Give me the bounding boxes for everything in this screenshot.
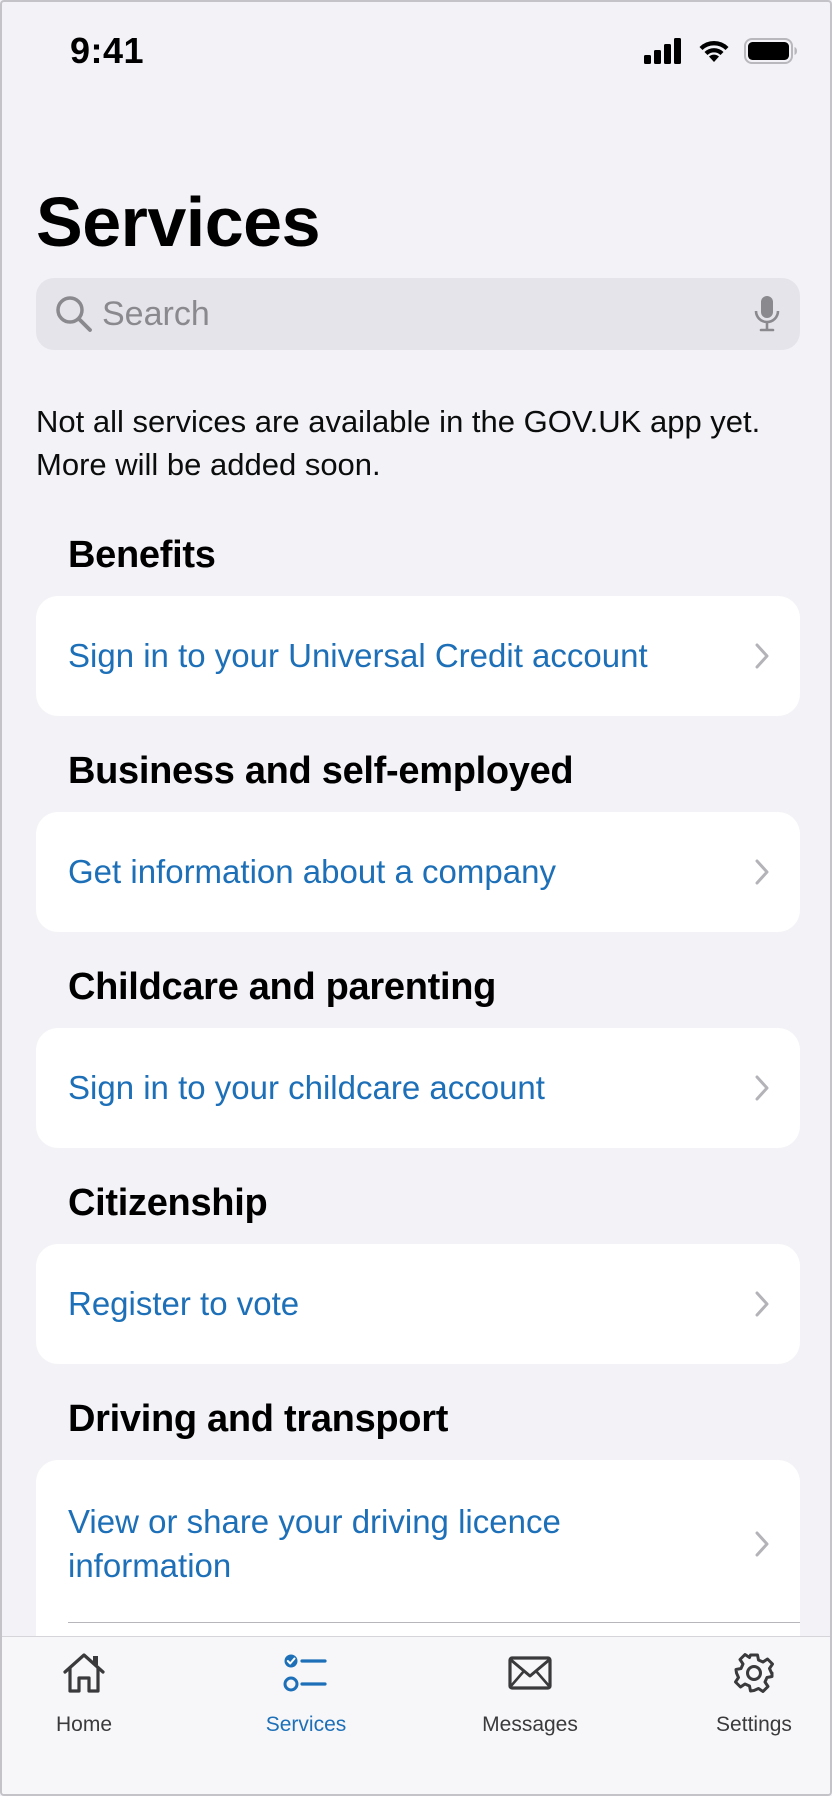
search-bar[interactable] [36, 278, 800, 350]
tab-settings[interactable]: Settings [664, 1637, 830, 1757]
service-card-register-to-vote[interactable]: Register to vote [36, 1244, 800, 1364]
status-bar: 9:41 [2, 2, 830, 102]
service-card-company-info[interactable]: Get information about a company [36, 812, 800, 932]
list-divider [68, 1622, 800, 1623]
tab-messages[interactable]: Messages [440, 1637, 620, 1757]
service-link[interactable]: Register to vote [68, 1282, 710, 1326]
home-icon [63, 1653, 105, 1693]
service-card-childcare[interactable]: Sign in to your childcare account [36, 1028, 800, 1148]
section-heading-benefits: Benefits [68, 534, 216, 576]
status-time: 9:41 [70, 30, 145, 71]
service-link[interactable]: View or share your driving licence infor… [68, 1500, 628, 1588]
app-screen: 9:41 Services Search Not all services ar… [0, 0, 832, 1796]
gear-icon [734, 1653, 774, 1693]
wifi-icon [699, 40, 729, 62]
availability-notice: Not all services are available in the GO… [36, 404, 761, 482]
service-link[interactable]: Get information about a company [68, 850, 710, 894]
chevron-right-icon [755, 859, 769, 885]
service-link[interactable]: Sign in to your childcare account [68, 1066, 710, 1110]
tab-bar: Home Services Messages Settings [2, 1636, 830, 1794]
status-icons [644, 36, 798, 66]
section-heading-driving: Driving and transport [68, 1398, 449, 1440]
page-title: Services [36, 183, 321, 261]
chevron-right-icon [755, 643, 769, 669]
service-link[interactable]: Sign in to your Universal Credit account [68, 634, 710, 678]
section-heading-childcare: Childcare and parenting [68, 966, 497, 1008]
chevron-right-icon [755, 1291, 769, 1317]
microphone-icon[interactable] [752, 294, 782, 334]
tab-services[interactable]: Services [216, 1637, 396, 1757]
tab-label: Settings [716, 1713, 792, 1736]
section-heading-business: Business and self-employed [68, 750, 574, 792]
section-heading-citizenship: Citizenship [68, 1182, 268, 1224]
tab-label: Home [55, 1713, 113, 1736]
chevron-right-icon [755, 1531, 769, 1557]
battery-icon [744, 38, 797, 64]
service-card-universal-credit[interactable]: Sign in to your Universal Credit account [36, 596, 800, 716]
tab-label: Messages [482, 1713, 578, 1736]
chevron-right-icon [755, 1075, 769, 1101]
search-input[interactable] [102, 278, 702, 350]
services-icon [283, 1654, 327, 1692]
tab-label: Services [265, 1713, 347, 1736]
cellular-signal-icon [644, 38, 681, 64]
tab-home[interactable]: Home [2, 1637, 174, 1757]
envelope-icon [508, 1656, 552, 1690]
search-icon [56, 296, 92, 332]
